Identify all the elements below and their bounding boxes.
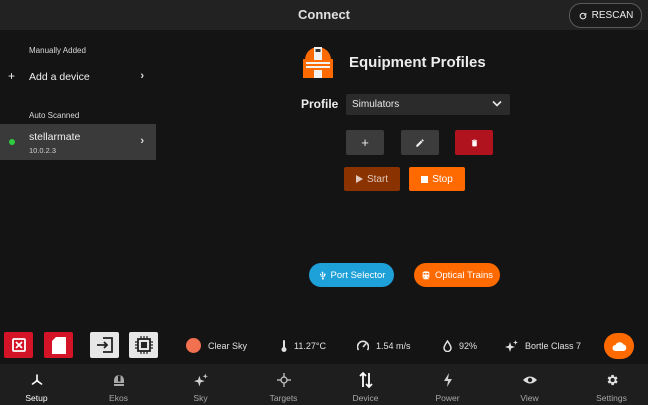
edit-profile-button[interactable] xyxy=(401,130,439,155)
nav-sky-label: Sky xyxy=(193,393,208,403)
clear-button[interactable] xyxy=(4,332,33,358)
power-icon xyxy=(443,373,452,387)
chevron-right-icon: › xyxy=(140,135,144,147)
port-selector-button[interactable]: Port Selector xyxy=(309,263,394,287)
sky-status-label: Clear Sky xyxy=(208,340,248,351)
nav-settings-label: Settings xyxy=(596,393,627,403)
cloud-icon xyxy=(612,342,626,351)
wind-status: 1.54 m/s xyxy=(357,340,411,351)
pencil-icon xyxy=(416,138,424,147)
nav-setup[interactable]: Setup xyxy=(0,364,77,405)
setup-icon xyxy=(31,374,42,385)
nav-ekos[interactable]: Ekos xyxy=(78,364,159,405)
bottom-navigation: Setup Ekos Sky Targets Device Power View… xyxy=(0,364,648,405)
settings-icon xyxy=(607,374,618,386)
add-device-label: Add a device xyxy=(29,71,90,83)
nav-setup-label: Setup xyxy=(25,393,48,403)
delete-profile-button[interactable] xyxy=(455,130,493,155)
device-sidebar: Manually Added + Add a device › Auto Sca… xyxy=(0,30,156,330)
nav-device[interactable]: Device xyxy=(325,364,406,405)
view-icon xyxy=(522,376,537,384)
optical-trains-button[interactable]: Optical Trains xyxy=(414,263,500,287)
play-icon xyxy=(355,175,363,183)
wind-value: 1.54 m/s xyxy=(376,340,411,351)
nav-sky[interactable]: Sky xyxy=(160,364,241,405)
humidity-value: 92% xyxy=(459,341,478,351)
stop-button[interactable]: Stop xyxy=(409,167,465,191)
train-icon xyxy=(422,270,430,279)
profile-dropdown[interactable]: Simulators xyxy=(346,94,510,115)
sparkle-icon xyxy=(505,340,518,352)
start-button[interactable]: Start xyxy=(344,167,400,191)
rescan-label: RESCAN xyxy=(591,10,634,21)
observatory-logo-icon xyxy=(303,47,333,78)
plus-icon: + xyxy=(361,135,369,150)
weather-button[interactable] xyxy=(604,333,634,359)
start-label: Start xyxy=(366,173,389,185)
temperature-value: 11.27°C xyxy=(294,341,326,351)
nav-device-label: Device xyxy=(352,393,379,403)
usb-icon xyxy=(319,270,326,280)
stop-icon xyxy=(421,175,429,183)
chip-icon xyxy=(134,336,153,354)
sky-status: Clear Sky xyxy=(186,338,247,353)
nav-targets[interactable]: Targets xyxy=(243,364,324,405)
device-icon xyxy=(358,371,373,389)
stop-label: Stop xyxy=(432,173,453,185)
profile-selected-value: Simulators xyxy=(352,99,400,110)
targets-icon xyxy=(276,373,291,387)
page-title: Connect xyxy=(298,7,350,22)
add-profile-button[interactable]: + xyxy=(346,130,384,155)
temperature-status: 11.27°C xyxy=(281,340,326,352)
nav-targets-label: Targets xyxy=(269,393,298,403)
auto-scanned-heading: Auto Scanned xyxy=(29,111,80,120)
status-bar: Clear Sky 11.27°C 1.54 m/s 92% Bortle Cl… xyxy=(0,330,648,362)
manually-added-heading: Manually Added xyxy=(29,46,86,55)
thermometer-icon xyxy=(281,340,287,352)
speedometer-icon xyxy=(357,340,369,351)
profile-label: Profile xyxy=(301,97,339,111)
plus-icon: + xyxy=(8,69,16,83)
sd-card-button[interactable] xyxy=(44,332,73,358)
bortle-value: Bortle Class 7 xyxy=(525,341,582,351)
online-status-dot xyxy=(9,139,15,145)
water-drop-icon xyxy=(443,340,452,352)
rescan-button[interactable]: RESCAN xyxy=(569,3,642,28)
sky-icon xyxy=(193,373,208,387)
optical-trains-label: Optical Trains xyxy=(434,269,494,281)
nav-settings[interactable]: Settings xyxy=(571,364,648,405)
trash-icon xyxy=(471,139,477,146)
nav-view[interactable]: View xyxy=(489,364,570,405)
top-bar: Connect RESCAN xyxy=(0,0,648,30)
device-ip: 10.0.2.3 xyxy=(29,146,57,155)
add-device-item[interactable]: + Add a device › xyxy=(0,62,156,92)
sky-indicator-dot xyxy=(186,338,201,353)
sd-card-icon xyxy=(51,336,66,354)
device-item-stellarmate[interactable]: stellarmate 10.0.2.3 › xyxy=(0,124,156,160)
processor-button[interactable] xyxy=(129,332,158,358)
nav-view-label: View xyxy=(520,393,539,403)
nav-power-label: Power xyxy=(435,393,460,403)
device-name: stellarmate xyxy=(29,131,81,143)
bortle-status: Bortle Class 7 xyxy=(505,340,581,352)
exit-button[interactable] xyxy=(90,332,119,358)
nav-power[interactable]: Power xyxy=(407,364,488,405)
chevron-right-icon: › xyxy=(140,70,144,82)
exit-icon xyxy=(96,337,113,353)
ekos-icon xyxy=(113,375,124,386)
clear-icon xyxy=(11,338,26,352)
humidity-status: 92% xyxy=(443,340,477,352)
refresh-icon xyxy=(579,12,586,19)
equipment-profiles-title: Equipment Profiles xyxy=(349,54,486,71)
chevron-down-icon xyxy=(492,100,502,107)
nav-ekos-label: Ekos xyxy=(109,393,128,403)
port-selector-label: Port Selector xyxy=(330,269,386,281)
